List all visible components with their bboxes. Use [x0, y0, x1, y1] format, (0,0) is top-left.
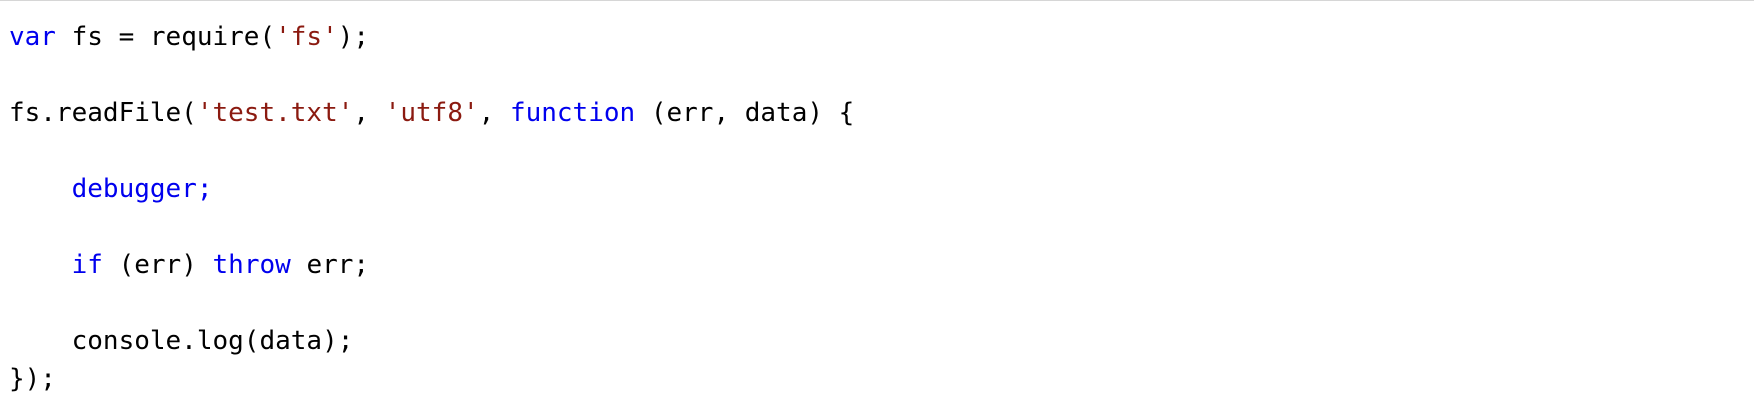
code-text: );	[337, 22, 370, 52]
code-line: console.log(data);	[9, 322, 854, 360]
code-keyword: var	[9, 22, 56, 52]
code-keyword: if	[71, 250, 103, 280]
code-line: if (err) throw err;	[9, 246, 854, 284]
code-text: (err)	[102, 250, 213, 280]
code-text: (err, data) {	[635, 98, 855, 128]
code-string: 'utf8'	[384, 98, 479, 128]
code-text: ,	[353, 98, 385, 128]
code-line: fs.readFile('test.txt', 'utf8', function…	[9, 94, 854, 132]
code-line: });	[9, 360, 854, 398]
code-text: err;	[290, 250, 370, 280]
code-text: fs = require(	[55, 22, 276, 52]
code-keyword: throw	[212, 250, 291, 280]
code-text: });	[9, 364, 56, 394]
code-block: var fs = require('fs'); fs.readFile('tes…	[9, 18, 854, 398]
code-string: 'test.txt'	[196, 98, 354, 128]
code-line: var fs = require('fs');	[9, 18, 854, 56]
code-text: fs.readFile(	[9, 98, 197, 128]
code-keyword: function	[509, 98, 636, 128]
code-line: debugger;	[9, 170, 854, 208]
code-editor[interactable]: var fs = require('fs'); fs.readFile('tes…	[0, 0, 1754, 412]
code-text: ,	[478, 98, 510, 128]
code-text: console.log(data);	[9, 326, 354, 356]
code-string: 'fs'	[275, 22, 338, 52]
code-keyword: debugger;	[71, 174, 213, 204]
